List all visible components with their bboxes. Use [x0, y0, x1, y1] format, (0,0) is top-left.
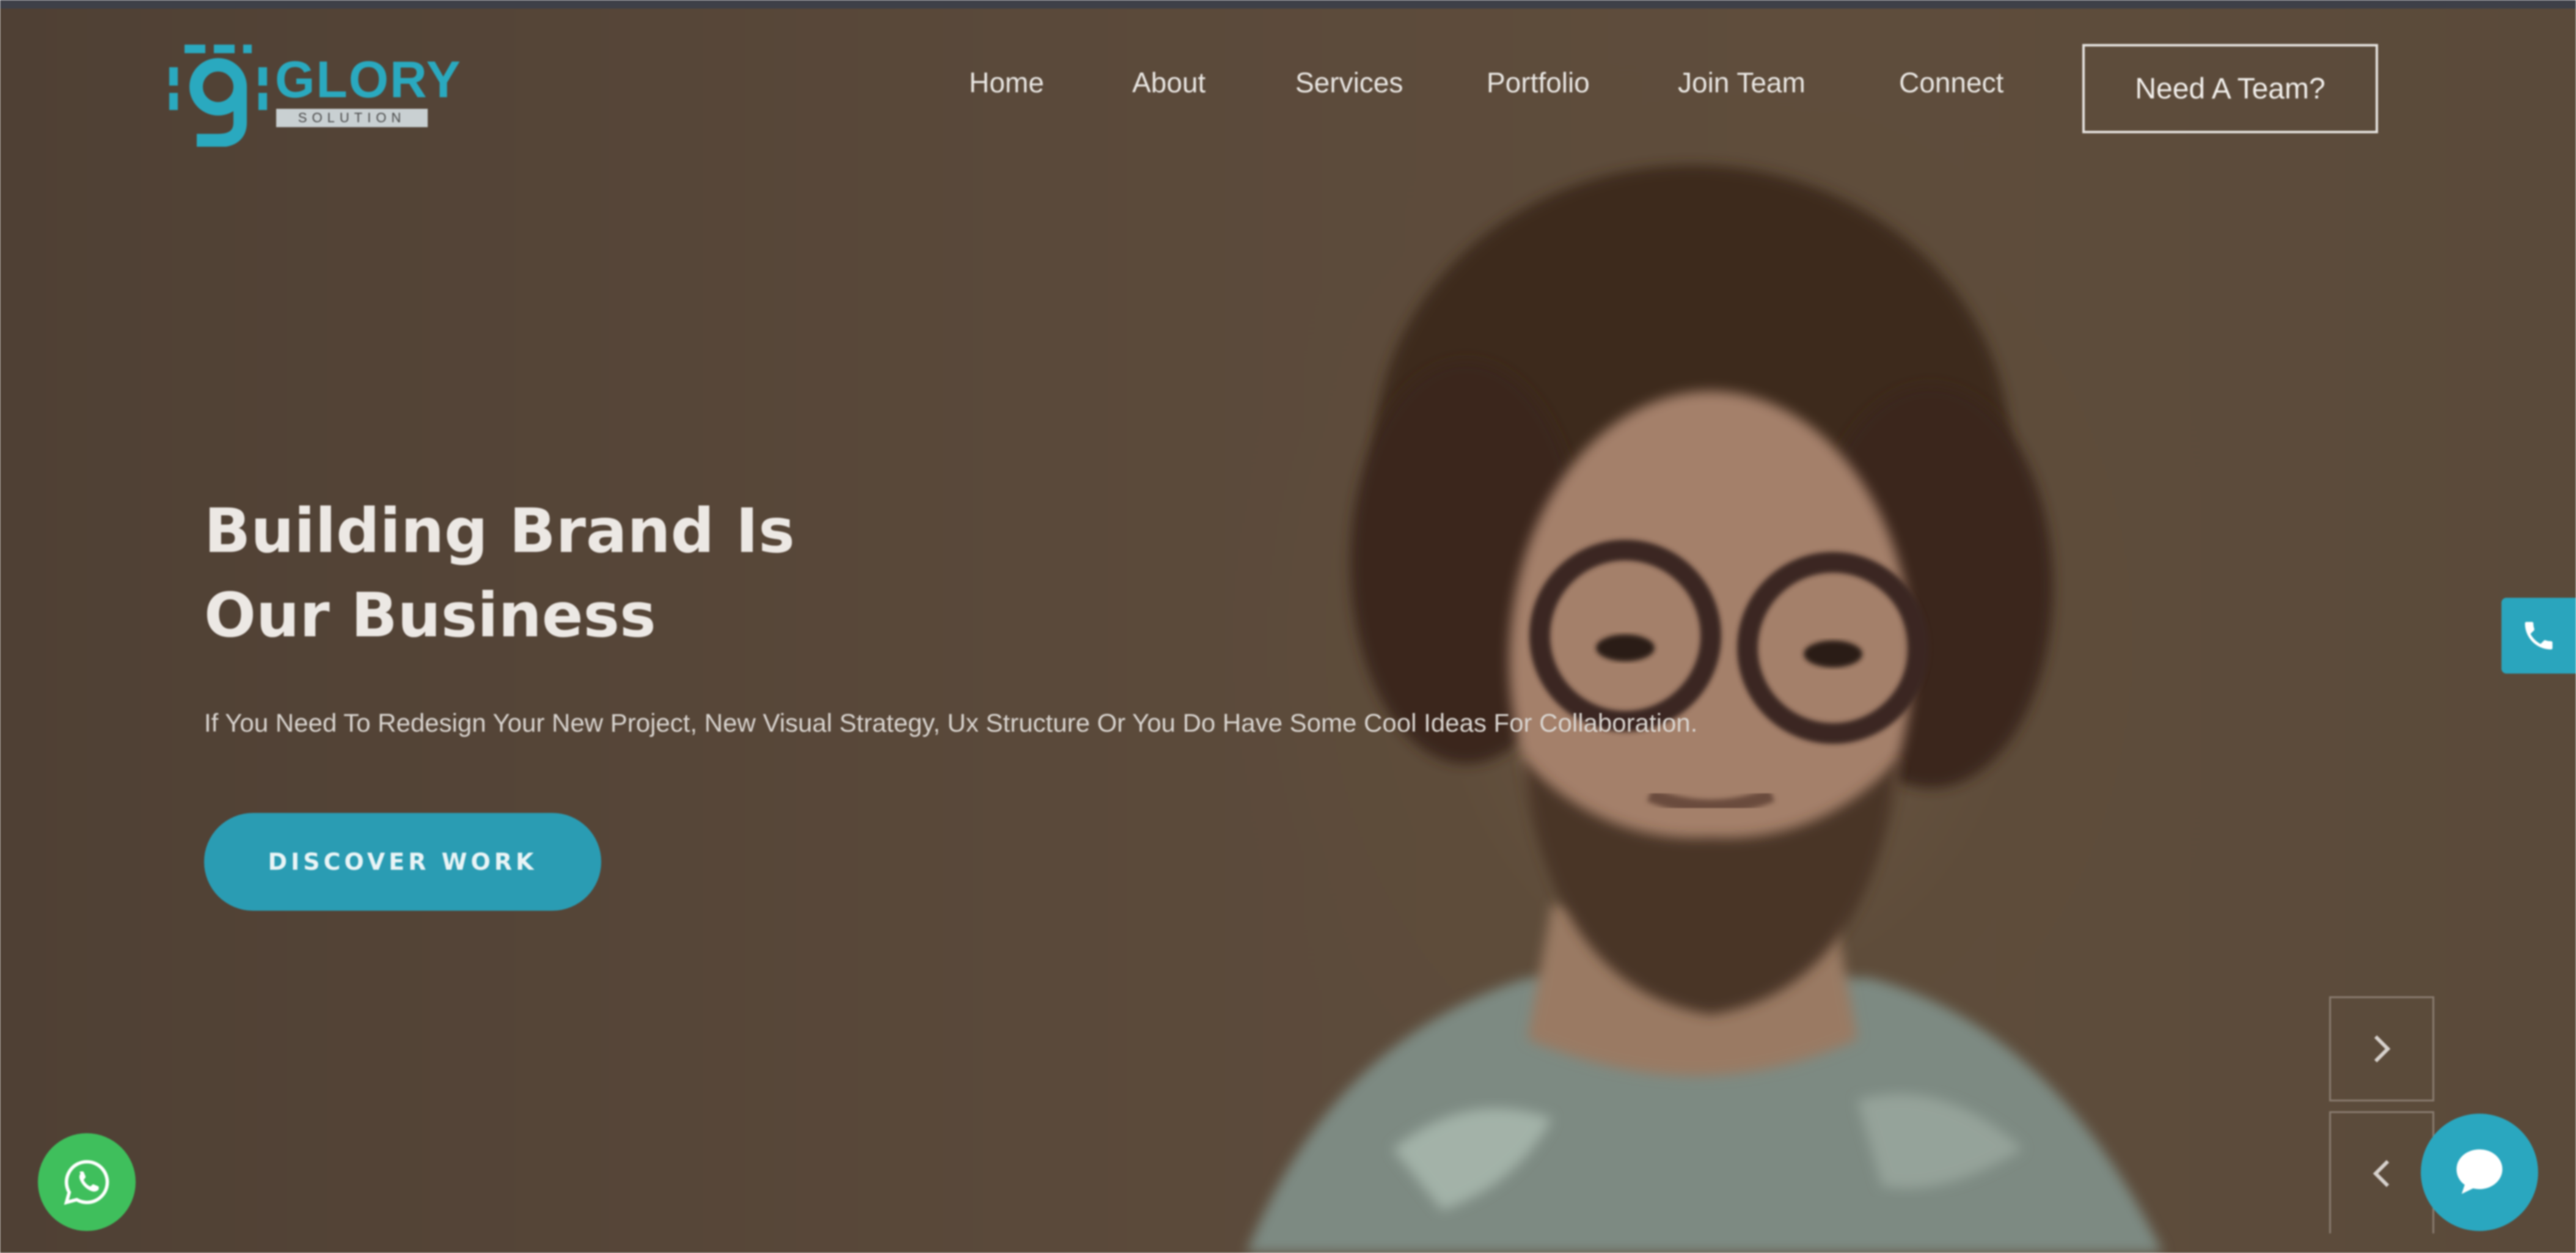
whatsapp-icon	[64, 1159, 109, 1205]
hero-title-line-2: Our Business	[204, 579, 656, 651]
nav-item-home[interactable]: Home	[969, 68, 1044, 97]
nav-item-services[interactable]: Services	[1295, 68, 1403, 97]
slider-prev-button[interactable]	[2329, 1111, 2434, 1233]
chevron-right-icon	[2374, 1035, 2391, 1063]
hero-title-line-1: Building Brand Is	[204, 495, 795, 567]
phone-icon	[2525, 622, 2553, 650]
hero-portrait-image	[1246, 165, 2163, 1253]
logo-wordmark: GLORY	[275, 51, 462, 108]
chat-icon	[2456, 1149, 2503, 1194]
chevron-left-icon	[2373, 1159, 2390, 1187]
nav-item-connect[interactable]: Connect	[1899, 68, 2003, 97]
hero-page: GLORY SOLUTION Home About Services Portf…	[0, 0, 2576, 1253]
browser-top-strip	[0, 0, 2576, 9]
discover-work-button[interactable]: DISCOVER WORK	[204, 813, 601, 911]
hero-subtitle: If You Need To Redesign Your New Project…	[204, 708, 1698, 737]
phone-contact-tab[interactable]	[2501, 598, 2576, 674]
logo-tagline: SOLUTION	[276, 109, 428, 127]
hero-title: Building Brand Is Our Business	[204, 489, 1059, 658]
whatsapp-button[interactable]	[38, 1133, 136, 1231]
chat-button[interactable]	[2421, 1114, 2538, 1231]
nav-item-portfolio[interactable]: Portfolio	[1487, 68, 1590, 97]
logo-g-icon	[169, 45, 267, 147]
slider-next-button[interactable]	[2329, 996, 2434, 1101]
nav-item-about[interactable]: About	[1132, 68, 1206, 97]
nav-item-join-team[interactable]: Join Team	[1678, 68, 1806, 97]
need-a-team-button[interactable]: Need A Team?	[2082, 44, 2378, 133]
brand-logo[interactable]: GLORY SOLUTION	[166, 31, 461, 147]
